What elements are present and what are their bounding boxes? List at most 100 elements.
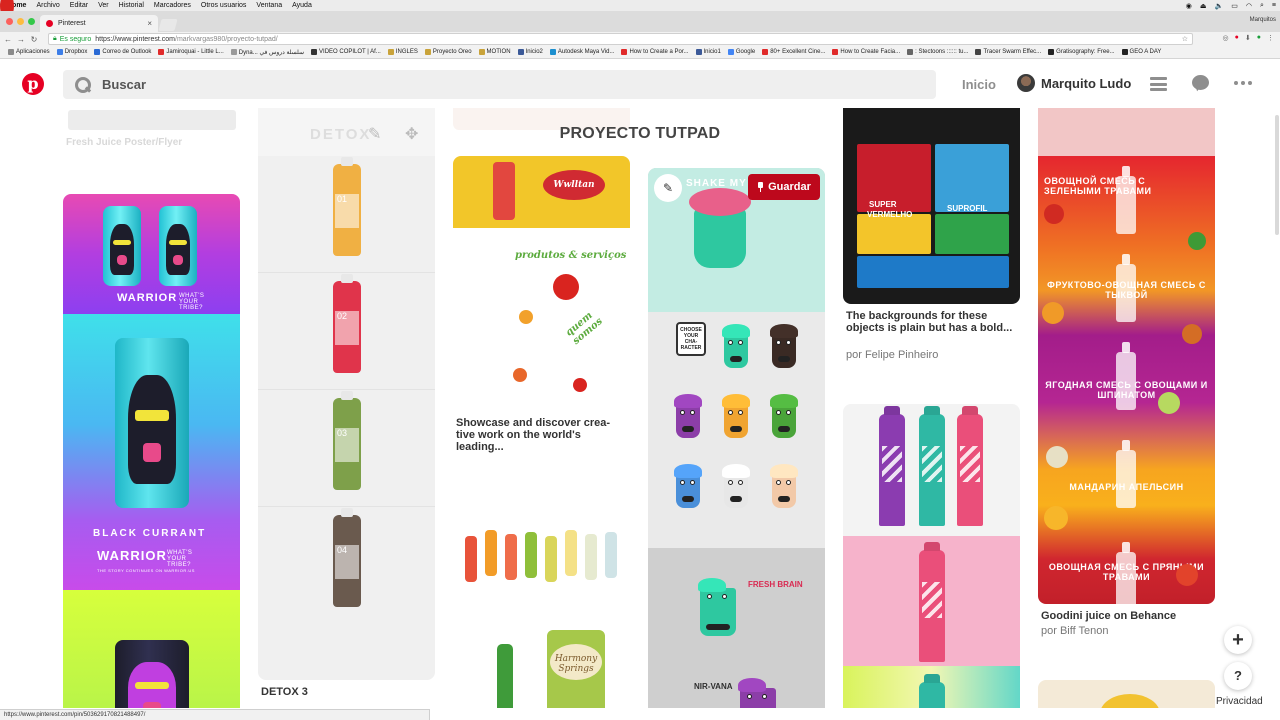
zoom-window-icon[interactable] [28, 18, 35, 25]
bookmark-item[interactable]: How to Create a Por... [621, 49, 689, 55]
cup-character [724, 474, 748, 508]
menu-editar[interactable]: Editar [70, 2, 88, 9]
search-input[interactable] [102, 77, 802, 92]
bookmark-item[interactable]: MOTION [478, 49, 511, 55]
back-icon[interactable]: ← [3, 35, 13, 44]
close-tab-icon[interactable]: × [147, 19, 152, 28]
bookmark-item[interactable]: Aplicaciones [8, 49, 50, 55]
notification-icon[interactable]: ≡ [1272, 2, 1276, 9]
save-pin-button[interactable]: Guardar [748, 174, 820, 200]
bookmark-label: Jamiroquai - Little L... [166, 49, 224, 55]
bookmark-item[interactable]: Dropbox [56, 49, 87, 55]
bookmark-favicon-icon [387, 49, 394, 55]
address-bar[interactable]: 🔒︎ Es seguro https://www.pinterest.com /… [48, 33, 1193, 45]
bookmark-item[interactable]: Tracer Swarm Effec... [975, 49, 1041, 55]
bookmark-item[interactable]: Inicio1 [695, 49, 721, 55]
pin-detox-bottles[interactable]: 01 02 03 04 [258, 156, 435, 680]
can-image [115, 338, 189, 508]
pin-warrior-cans-main[interactable]: BLACK CURRANT WARRIOR WHAT'S YOUR TRIBE?… [63, 314, 240, 590]
pin-author-goodini[interactable]: por Biff Tenon [1041, 625, 1108, 637]
menu-ventana[interactable]: Ventana [256, 2, 282, 9]
pin-warrior-cans-top[interactable]: WARRIOR WHAT'S YOUR TRIBE? [63, 194, 240, 314]
extension-opera-icon[interactable]: ◎ [1223, 34, 1229, 42]
menu-archivo[interactable]: Archivo [36, 2, 59, 9]
apple-icon [1046, 446, 1068, 468]
bookmark-item[interactable]: Dyna... سلسلة دروس في [230, 49, 304, 56]
bookmark-label: Tracer Swarm Effec... [983, 49, 1042, 55]
bookmark-item[interactable]: VIDEO COPILOT | Af... [311, 49, 381, 55]
help-button[interactable]: ? [1224, 662, 1252, 690]
menu-historial[interactable]: Historial [119, 2, 144, 9]
extension-pinterest-icon[interactable]: ● [1235, 34, 1239, 42]
battery-icon[interactable]: ▭ [1231, 2, 1238, 10]
juice-bottle: 04 [333, 508, 361, 607]
sync-icon[interactable]: ◉ [1186, 2, 1192, 10]
privacy-link[interactable]: Privacidad [1216, 696, 1263, 707]
menu-otros-usuarios[interactable]: Otros usuarios [201, 2, 247, 9]
pinterest-logo-icon[interactable]: p [22, 73, 44, 95]
tab-title: Pinterest [58, 20, 86, 27]
messages-icon[interactable] [1192, 75, 1209, 90]
bookmark-item[interactable]: Google [727, 49, 756, 55]
home-link[interactable]: Inicio [962, 77, 996, 92]
extension-hangouts-icon[interactable]: ● [1257, 34, 1261, 42]
pin-spray-cans[interactable] [843, 404, 1020, 708]
pin-author-soda[interactable]: por Felipe Pinheiro [846, 349, 938, 361]
scrollbar-thumb[interactable] [1275, 115, 1279, 235]
bookmark-item[interactable]: 80+ Excellent Cine... [762, 49, 825, 55]
eject-icon[interactable]: ⏏ [1200, 2, 1207, 10]
pin-caption-detox[interactable]: DETOX 3 [261, 686, 308, 698]
search-bar[interactable] [63, 70, 936, 99]
pin-soda-packaging[interactable]: SUPER VERMELHO SUPROFIL [843, 108, 1020, 304]
bookmark-item[interactable]: INGLES [387, 49, 418, 55]
add-pin-button[interactable]: + [1224, 626, 1252, 654]
browser-profile[interactable]: Marquitos [1250, 17, 1276, 23]
bookmark-item[interactable]: Gratisography: Free... [1048, 49, 1115, 55]
status-url: https://www.pinterest.com/pin/5036291708… [0, 709, 430, 720]
bookmark-item[interactable]: Proyecto Oreo [424, 49, 472, 55]
profile-link[interactable]: Marquito Ludo [1017, 74, 1131, 92]
bookmark-item[interactable]: Autodesk Maya Vid... [549, 49, 614, 55]
bookmark-item[interactable]: GEO A DAY [1121, 49, 1161, 55]
tab-strip: Pinterest × Marquitos [0, 11, 1280, 32]
bookmark-label: Google [735, 49, 756, 55]
spotlight-icon[interactable]: ⌕ [1260, 2, 1264, 10]
juice-bottle: 02 [333, 274, 361, 373]
bookmark-item[interactable]: Inicio2 [517, 49, 543, 55]
detox-row: 04 [258, 507, 435, 624]
pin-warrior-cans-bottom[interactable] [63, 590, 240, 708]
bookmark-item[interactable]: How to Create Facia... [832, 49, 900, 55]
pin-caption-showcase[interactable]: Showcase and discover crea-tive work on … [456, 417, 626, 453]
pin-caption-goodini[interactable]: Goodini juice on Behance [1041, 610, 1176, 622]
menu-ayuda[interactable]: Ayuda [292, 2, 312, 9]
bookmark-item[interactable]: Jamiroquai - Little L... [158, 49, 224, 55]
browser-menu-icon[interactable]: ⋮ [1267, 34, 1274, 42]
edit-pin-button[interactable]: ✎ [654, 174, 682, 202]
more-options-icon[interactable] [1234, 81, 1252, 85]
close-window-icon[interactable] [6, 18, 13, 25]
wifi-icon[interactable]: ◠ [1246, 2, 1252, 10]
tab-pinterest[interactable]: Pinterest × [40, 15, 158, 32]
forward-icon[interactable]: → [16, 35, 26, 44]
pin-shake-my-head[interactable]: - SHAKE MY HEAD! - CHOOSE YOUR CHA-RACTE… [648, 168, 825, 708]
menu-ver[interactable]: Ver [98, 2, 109, 9]
pin-top-partial-pink[interactable] [1038, 108, 1215, 156]
bookmark-favicon-icon [311, 49, 318, 55]
hamburger-menu-icon[interactable] [1150, 77, 1167, 91]
volume-icon[interactable]: 🔈 [1215, 2, 1224, 10]
extension-download-icon[interactable]: ⬇ [1245, 34, 1251, 42]
pin-caption-soda[interactable]: The backgrounds for these objects is pla… [846, 310, 1016, 334]
bookmark-star-icon[interactable]: ☆ [1182, 35, 1188, 43]
minimize-window-icon[interactable] [17, 18, 24, 25]
cup-character [740, 688, 776, 708]
bookmark-label: Proyecto Oreo [432, 49, 472, 55]
pin-showcase[interactable]: Wwlltan produtos & serviços quem somos [453, 156, 630, 410]
pin-bottom-partial[interactable] [1038, 680, 1215, 708]
pin-goodini-juice[interactable]: ОВОЩНОЙ СМЕСЬ С ЗЕЛЕНЫМИ ТРАВАМИ ФРУКТОВ… [1038, 156, 1215, 604]
bookmark-item[interactable]: Correo de Outlook [94, 49, 151, 55]
new-tab-button[interactable] [158, 19, 178, 31]
bookmark-item[interactable]: : Stectoons :::::: tu... [907, 49, 968, 55]
pin-juice-bottles[interactable]: Harmony Springs [453, 494, 630, 708]
menu-marcadores[interactable]: Marcadores [154, 2, 191, 9]
reload-icon[interactable]: ↻ [29, 35, 39, 44]
